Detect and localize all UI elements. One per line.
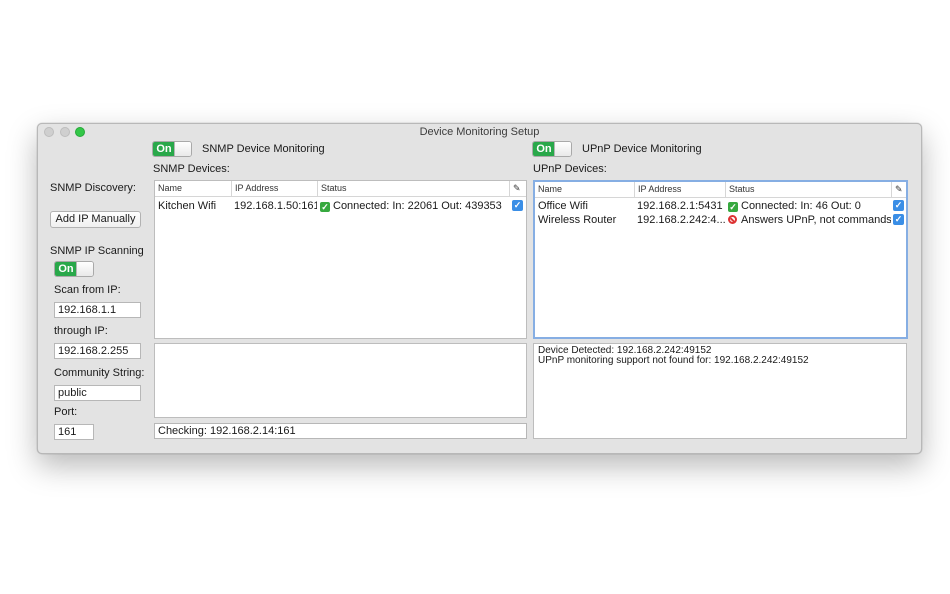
through-ip-label: through IP:	[54, 325, 108, 337]
device-enabled-checkbox[interactable]: ✓	[893, 200, 904, 211]
snmp-discovery-label: SNMP Discovery:	[50, 182, 136, 194]
prohibited-icon	[728, 215, 737, 224]
upnp-log-area[interactable]: Device Detected: 192.168.2.242:49152 UPn…	[533, 343, 907, 439]
column-header-status[interactable]: Status	[317, 181, 509, 196]
check-icon: ✓	[728, 202, 738, 212]
toggle-on-label: On	[153, 142, 175, 156]
snmp-log-area[interactable]	[154, 343, 527, 418]
upnp-devices-label: UPnP Devices:	[533, 163, 607, 175]
column-header-status[interactable]: Status	[725, 182, 891, 197]
log-line: UPnP monitoring support not found for: 1…	[538, 355, 809, 366]
upnp-monitoring-toggle[interactable]: On	[532, 141, 572, 157]
device-status: ✓ Connected: In: 46 Out: 0	[725, 199, 891, 213]
window-title: Device Monitoring Setup	[419, 126, 540, 138]
port-input[interactable]: 161	[54, 424, 94, 440]
toggle-knob	[76, 262, 93, 276]
snmp-ip-scanning-toggle[interactable]: On	[54, 261, 94, 277]
toggle-knob	[174, 142, 191, 156]
upnp-monitoring-label: UPnP Device Monitoring	[582, 143, 702, 155]
device-monitoring-window: Device Monitoring Setup On SNMP Device M…	[37, 123, 922, 454]
device-ip: 192.168.1.50:161	[234, 200, 317, 212]
scan-from-label: Scan from IP:	[54, 284, 121, 296]
column-header-ip[interactable]: IP Address	[634, 182, 725, 197]
snmp-monitoring-toggle[interactable]: On	[152, 141, 192, 157]
snmp-devices-label: SNMP Devices:	[153, 163, 230, 175]
column-header-ip[interactable]: IP Address	[231, 181, 317, 196]
column-header-name[interactable]: Name	[155, 181, 231, 196]
device-enabled-checkbox[interactable]: ✓	[893, 214, 904, 225]
device-ip: 192.168.2.242:4...	[637, 214, 725, 226]
add-ip-manually-button[interactable]: Add IP Manually	[50, 211, 141, 228]
table-row[interactable]: Kitchen Wifi 192.168.1.50:161 ✓ Connected…	[155, 199, 526, 213]
device-status-text: Connected: In: 46 Out: 0	[741, 200, 861, 212]
through-ip-input[interactable]: 192.168.2.255	[54, 343, 141, 359]
toggle-on-label: On	[55, 262, 77, 276]
device-enabled-checkbox[interactable]: ✓	[512, 200, 523, 211]
device-name: Office Wifi	[538, 200, 588, 212]
toggle-knob	[554, 142, 571, 156]
toggle-on-label: On	[533, 142, 555, 156]
community-string-label: Community String:	[54, 367, 145, 379]
title-bar: Device Monitoring Setup	[38, 124, 921, 140]
scan-from-ip-input[interactable]: 192.168.1.1	[54, 302, 141, 318]
upnp-devices-table[interactable]: Name IP Address Status ✎ Office Wifi 192…	[533, 180, 908, 339]
snmp-devices-table[interactable]: Name IP Address Status ✎ Kitchen Wifi 19…	[154, 180, 527, 339]
column-header-edit[interactable]: ✎	[509, 181, 526, 196]
table-header: Name IP Address Status ✎	[155, 181, 526, 197]
device-status-text: Answers UPnP, not commands	[741, 214, 891, 226]
snmp-ip-scanning-label: SNMP IP Scanning	[50, 245, 144, 257]
table-row[interactable]: Wireless Router 192.168.2.242:4... Answe…	[535, 213, 906, 227]
table-row[interactable]: Office Wifi 192.168.2.1:5431 ✓ Connected:…	[535, 199, 906, 213]
device-status: Answers UPnP, not commands	[725, 213, 891, 227]
snmp-checking-status: Checking: 192.168.2.14:161	[154, 423, 527, 439]
device-ip: 192.168.2.1:5431	[637, 200, 723, 212]
snmp-monitoring-label: SNMP Device Monitoring	[202, 143, 325, 155]
table-header: Name IP Address Status ✎	[535, 182, 906, 198]
community-string-input[interactable]: public	[54, 385, 141, 401]
port-label: Port:	[54, 406, 78, 418]
device-name: Wireless Router	[538, 214, 617, 226]
column-header-name[interactable]: Name	[535, 182, 634, 197]
device-name: Kitchen Wifi	[158, 200, 217, 212]
check-icon: ✓	[320, 202, 330, 212]
device-status: ✓ Connected: In: 22061 Out: 439353	[317, 199, 509, 213]
device-status-text: Connected: In: 22061 Out: 439353	[333, 200, 502, 212]
column-header-edit[interactable]: ✎	[891, 182, 906, 197]
